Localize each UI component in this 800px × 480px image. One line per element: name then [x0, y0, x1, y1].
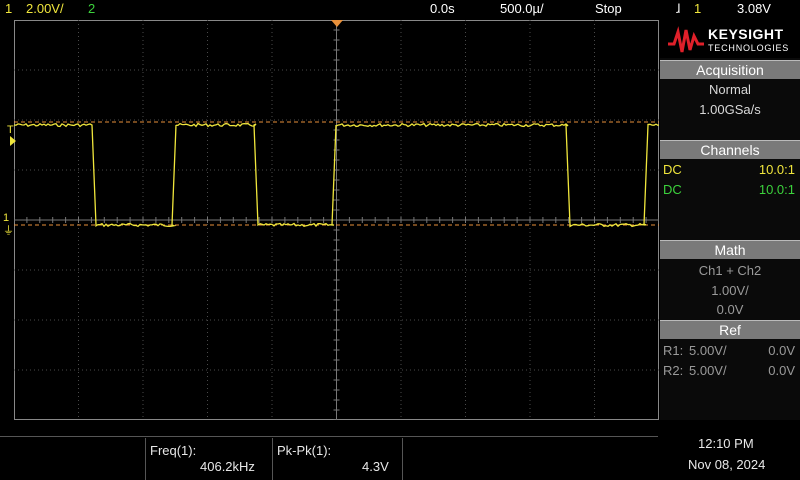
- ch2-number[interactable]: 2: [88, 1, 95, 16]
- time-delay[interactable]: 0.0s: [430, 1, 455, 16]
- ch1-scale[interactable]: 2.00V/: [26, 1, 64, 16]
- trigger-level[interactable]: 3.08V: [737, 1, 771, 16]
- run-state[interactable]: Stop: [595, 1, 622, 16]
- keysight-wave-icon: [668, 26, 704, 53]
- ground-icon: ⏚: [3, 225, 14, 237]
- clock-time: 12:10 PM: [698, 436, 754, 451]
- ch1-number[interactable]: 1: [5, 1, 12, 16]
- ref-2-offset: 0.0V: [768, 363, 795, 378]
- trigger-position-icon[interactable]: [331, 20, 343, 27]
- ch1-coupling: DC: [663, 162, 682, 177]
- math-scale: 1.00V/: [711, 283, 749, 298]
- trigger-arrow-icon: [10, 136, 16, 146]
- status-bar: 1 2.00V/ 2 0.0s 500.0µ/ Stop ɺ 1 3.08V: [0, 0, 800, 20]
- trigger-level-marker[interactable]: T: [7, 124, 14, 136]
- measurement-bar: Freq(1): 406.2kHz Pk-Pk(1): 4.3V 12:10 P…: [0, 422, 800, 480]
- math-offset: 0.0V: [716, 302, 744, 317]
- side-panel: [660, 20, 800, 420]
- math-header[interactable]: Math: [660, 240, 800, 259]
- ch2-probe: 10.0:1: [758, 182, 795, 197]
- channels-header[interactable]: Channels: [660, 140, 800, 159]
- time-scale[interactable]: 500.0µ/: [500, 1, 544, 16]
- freq-label[interactable]: Freq(1):: [150, 443, 196, 458]
- waveform-display[interactable]: [14, 20, 659, 420]
- pkpk-value: 4.3V: [362, 459, 389, 474]
- ref-1-scale: 5.00V/: [689, 343, 727, 358]
- trigger-edge-icon: ɺ: [676, 1, 681, 16]
- math-function: Ch1 + Ch2: [698, 263, 762, 278]
- ch2-coupling: DC: [663, 182, 682, 197]
- acquisition-mode: Normal: [709, 82, 751, 97]
- logo-sub: TECHNOLOGIES: [708, 43, 790, 53]
- logo-brand: KEYSIGHT: [708, 26, 784, 42]
- freq-value: 406.2kHz: [200, 459, 255, 474]
- ref-2-scale: 5.00V/: [689, 363, 727, 378]
- acquisition-header[interactable]: Acquisition: [660, 60, 800, 79]
- trigger-channel[interactable]: 1: [694, 1, 701, 16]
- keysight-logo: KEYSIGHT TECHNOLOGIES: [660, 20, 800, 58]
- ref-1-offset: 0.0V: [768, 343, 795, 358]
- clock-date: Nov 08, 2024: [688, 457, 766, 472]
- ch1-probe: 10.0:1: [758, 162, 795, 177]
- sample-rate: 1.00GSa/s: [699, 102, 761, 117]
- ref-2-name: R2:: [663, 363, 684, 378]
- pkpk-label[interactable]: Pk-Pk(1):: [277, 443, 331, 458]
- ref-header[interactable]: Ref: [660, 320, 800, 339]
- ref-1-name: R1:: [663, 343, 684, 358]
